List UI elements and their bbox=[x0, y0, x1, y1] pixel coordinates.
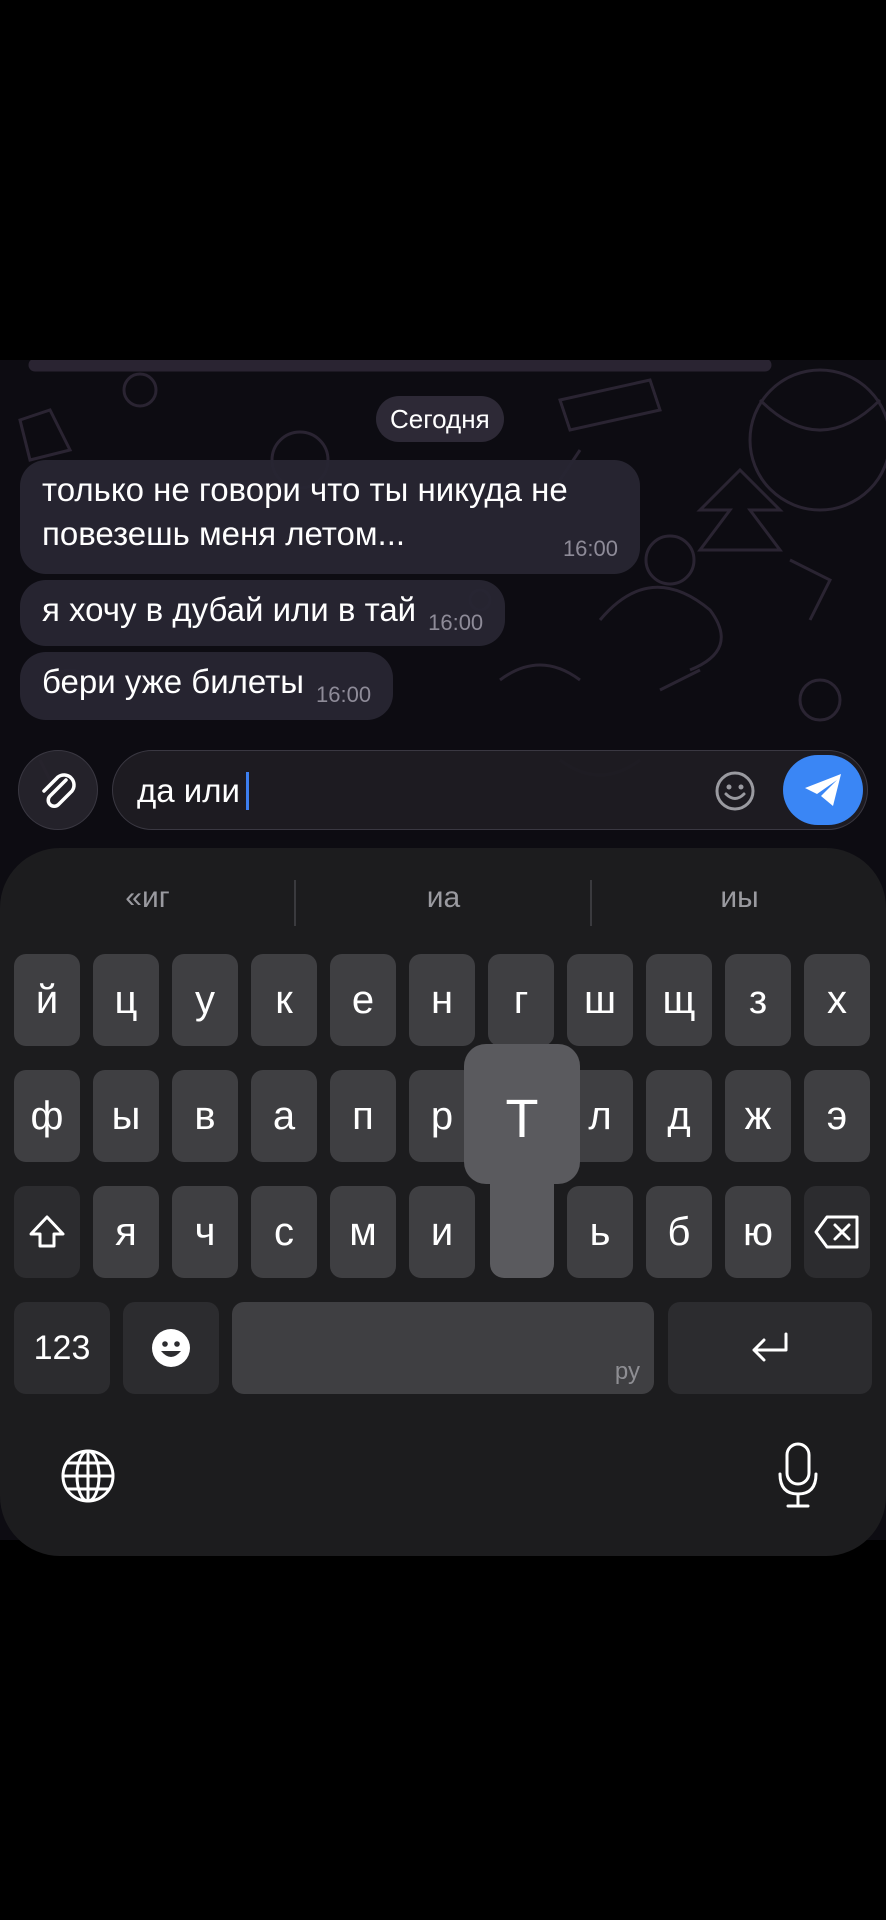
key[interactable]: ф bbox=[14, 1070, 80, 1162]
key[interactable]: н bbox=[409, 954, 475, 1046]
paper-plane-icon bbox=[805, 774, 841, 806]
key[interactable]: м bbox=[330, 1186, 396, 1278]
key[interactable]: е bbox=[330, 954, 396, 1046]
message-input-value: да или bbox=[137, 772, 240, 809]
return-key[interactable] bbox=[668, 1302, 872, 1394]
emoji-icon bbox=[152, 1329, 190, 1367]
shift-key[interactable] bbox=[14, 1186, 80, 1278]
message-text: только не говори что ты никуда не bbox=[42, 471, 568, 508]
message-time: 16:00 bbox=[562, 536, 618, 561]
message-bubble[interactable]: только не говори что ты никуда не повезе… bbox=[20, 460, 640, 574]
message-text: бери уже билеты bbox=[42, 663, 304, 700]
attach-button[interactable] bbox=[18, 750, 98, 830]
message-time: 16:00 bbox=[316, 682, 372, 707]
key[interactable]: б bbox=[646, 1186, 712, 1278]
shift-icon bbox=[29, 1215, 65, 1248]
message-time: 16:00 bbox=[428, 610, 484, 635]
key[interactable]: ь bbox=[567, 1186, 633, 1278]
key[interactable]: г bbox=[488, 954, 554, 1046]
numbers-key[interactable]: 123 bbox=[14, 1302, 110, 1394]
key[interactable]: д bbox=[646, 1070, 712, 1162]
key-popup-stem bbox=[490, 1168, 554, 1278]
globe-icon[interactable] bbox=[58, 1446, 118, 1506]
message-text: повезешь меня летом... bbox=[42, 515, 406, 552]
key[interactable]: с bbox=[251, 1186, 317, 1278]
suggestion[interactable]: «иг bbox=[0, 868, 295, 928]
keyboard: «иг иа иы й ц у к е н г ш щ з х ф ы в а … bbox=[0, 848, 886, 1556]
emoji-key[interactable] bbox=[123, 1302, 219, 1394]
key[interactable]: ю bbox=[725, 1186, 791, 1278]
key[interactable]: й bbox=[14, 954, 80, 1046]
key[interactable]: з bbox=[725, 954, 791, 1046]
key[interactable]: ц bbox=[93, 954, 159, 1046]
key[interactable]: ш bbox=[567, 954, 633, 1046]
key[interactable]: щ bbox=[646, 954, 712, 1046]
key[interactable]: у bbox=[172, 954, 238, 1046]
text-caret bbox=[245, 772, 249, 811]
return-icon bbox=[752, 1332, 788, 1362]
suggestion[interactable]: иы bbox=[592, 868, 886, 928]
key[interactable]: а bbox=[251, 1070, 317, 1162]
space-key[interactable]: ру bbox=[232, 1302, 654, 1394]
key[interactable]: ч bbox=[172, 1186, 238, 1278]
backspace-key[interactable] bbox=[804, 1186, 870, 1278]
smiley-icon[interactable] bbox=[713, 769, 757, 813]
date-separator: Сегодня bbox=[376, 396, 504, 442]
paperclip-icon bbox=[42, 773, 76, 808]
send-button[interactable] bbox=[783, 755, 863, 825]
message-text: я хочу в дубай или в тай bbox=[42, 591, 417, 628]
key-popup[interactable]: Т bbox=[464, 1044, 580, 1184]
message-bubble[interactable]: бери уже билеты 16:00 bbox=[20, 652, 394, 720]
key[interactable]: к bbox=[251, 954, 317, 1046]
microphone-icon[interactable] bbox=[776, 1442, 820, 1510]
key[interactable]: и bbox=[409, 1186, 475, 1278]
key[interactable]: ж bbox=[725, 1070, 791, 1162]
key[interactable]: э bbox=[804, 1070, 870, 1162]
space-language-label: ру bbox=[614, 1358, 640, 1385]
key[interactable]: х bbox=[804, 954, 870, 1046]
suggestion[interactable]: иа bbox=[296, 868, 591, 928]
key[interactable]: ы bbox=[93, 1070, 159, 1162]
backspace-icon bbox=[814, 1215, 859, 1249]
message-bubble[interactable]: я хочу в дубай или в тай 16:00 bbox=[20, 580, 506, 646]
key[interactable]: п bbox=[330, 1070, 396, 1162]
key[interactable]: я bbox=[93, 1186, 159, 1278]
message-input[interactable]: да или bbox=[112, 750, 868, 830]
key[interactable]: в bbox=[172, 1070, 238, 1162]
suggestion-bar: «иг иа иы bbox=[0, 868, 886, 928]
